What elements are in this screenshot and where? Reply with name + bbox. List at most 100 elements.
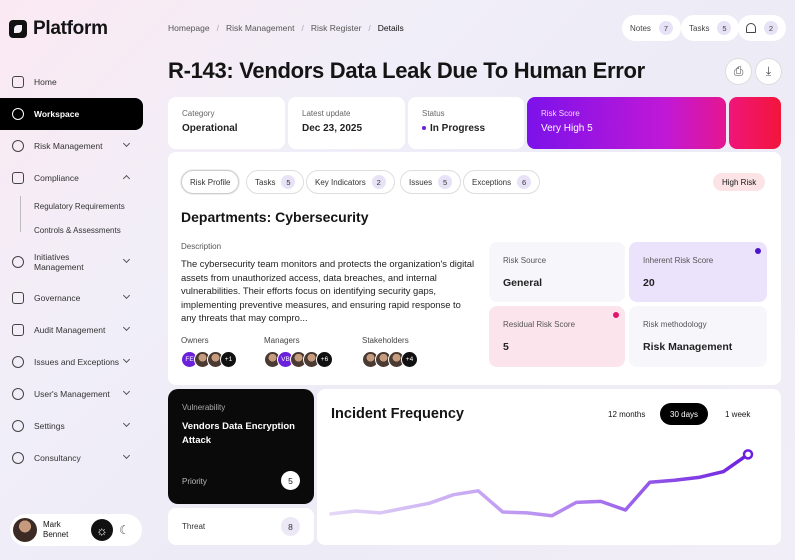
stakeholders-avatars[interactable]: +4 [362, 350, 418, 368]
breadcrumb-separator: / [368, 23, 371, 33]
managers-label: Managers [264, 336, 300, 345]
risk-score-card: Risk Score Very High 5 [527, 97, 726, 149]
avatar-more-count: +4 [401, 350, 418, 368]
owners-avatars[interactable]: FE +1 [181, 350, 237, 368]
latest-update-label: Latest update [302, 109, 351, 118]
sidebar-item-initiatives[interactable]: Initiatives Management [0, 242, 143, 282]
moon-icon[interactable]: ☾ [119, 523, 130, 537]
notifications-button[interactable]: 2 [738, 15, 786, 41]
submenu-connector [20, 196, 21, 232]
chevron-down-icon [122, 355, 131, 364]
status-badge: In Progress [430, 123, 486, 134]
download-button[interactable]: ⤓ [755, 58, 782, 85]
sidebar-item-issues[interactable]: Issues and Exceptions [0, 346, 143, 378]
residual-risk-value: 5 [503, 341, 509, 353]
print-button[interactable]: ⎙ [725, 58, 752, 85]
status-card: Status In Progress [408, 97, 524, 149]
category-value: Operational [182, 123, 238, 134]
question-icon [12, 452, 24, 464]
managers-avatars[interactable]: VB +6 [264, 350, 333, 368]
residual-risk-label: Residual Risk Score [503, 320, 576, 329]
chevron-up-icon [122, 174, 131, 183]
sidebar-item-home[interactable]: Home [0, 66, 143, 98]
tab-risk-profile[interactable]: Risk Profile [181, 170, 240, 194]
logo[interactable]: Platform [9, 18, 108, 40]
avatar [13, 518, 37, 542]
notes-count: 7 [658, 21, 673, 35]
vulnerability-label: Vulnerability [182, 403, 226, 412]
risk-source-value: General [503, 277, 543, 289]
threat-count: 8 [281, 517, 300, 536]
sidebar-item-settings[interactable]: Settings [0, 410, 143, 442]
sidebar-item-consultancy[interactable]: Consultancy [0, 442, 143, 474]
pie-chart-icon [12, 108, 24, 120]
sidebar-item-label: Initiatives Management [34, 252, 84, 272]
latest-update-card: Latest update Dec 23, 2025 [288, 97, 405, 149]
tab-exceptions[interactable]: Exceptions 6 [463, 170, 541, 194]
sidebar-subitem-label: Regulatory Requirements [34, 201, 125, 211]
breadcrumb-item[interactable]: Risk Register [311, 23, 362, 33]
last-data-point[interactable] [742, 449, 754, 460]
chevron-down-icon [122, 139, 131, 148]
sidebar-item-label: Consultancy [34, 453, 81, 463]
tab-label: Issues [409, 177, 433, 187]
notifications-count: 2 [764, 21, 778, 35]
sidebar-item-users[interactable]: User's Management [0, 378, 143, 410]
sidebar-item-label: Compliance [34, 173, 79, 183]
check-circle-icon [12, 256, 24, 268]
risk-score-label: Risk Score [541, 109, 580, 118]
user-profile[interactable]: Mark Bennet ☼ ☾ [10, 514, 142, 546]
status-dot-icon [422, 126, 426, 131]
sidebar-item-label: User's Management [34, 389, 110, 399]
sidebar-item-label: Home [34, 77, 57, 87]
sidebar-item-governance[interactable]: Governance [0, 282, 143, 314]
printer-icon: ⎙ [733, 64, 744, 78]
sidebar-item-audit[interactable]: Audit Management [0, 314, 143, 346]
sidebar-subitem-controls[interactable]: Controls & Assessments [0, 218, 143, 242]
owners-label: Owners [181, 336, 209, 345]
breadcrumb-item[interactable]: Homepage [168, 23, 210, 33]
tab-issues[interactable]: Issues 5 [400, 170, 462, 194]
status-label: Status [422, 109, 445, 118]
notes-label: Notes [630, 23, 651, 33]
tab-label: Risk Profile [190, 177, 231, 187]
tab-tasks[interactable]: Tasks 5 [246, 170, 305, 194]
sidebar-item-risk-management[interactable]: Risk Management [0, 130, 143, 162]
breadcrumb-separator: / [301, 23, 304, 33]
sidebar-item-compliance[interactable]: Compliance [0, 162, 143, 194]
priority-label: Priority [182, 477, 207, 486]
chevron-down-icon [122, 451, 131, 460]
sidebar-item-workspace[interactable]: Workspace [0, 98, 143, 130]
page-title: R-143: Vendors Data Leak Due To Human Er… [168, 58, 645, 83]
tasks-button[interactable]: Tasks 5 [681, 15, 740, 41]
issues-icon [12, 356, 24, 368]
sidebar-subitem-regulatory[interactable]: Regulatory Requirements [0, 194, 143, 218]
risk-score-indicator [729, 97, 781, 149]
incident-series-line [329, 452, 750, 518]
breadcrumb-item[interactable]: Risk Management [226, 23, 295, 33]
category-label: Category [182, 109, 215, 118]
threat-card[interactable]: Threat 8 [168, 508, 314, 545]
tab-count: 2 [371, 175, 386, 189]
description-label: Description [181, 242, 222, 251]
notes-button[interactable]: Notes 7 [622, 15, 681, 41]
latest-update-value: Dec 23, 2025 [302, 123, 363, 134]
risk-methodology-card: Risk methodology Risk Management [629, 306, 767, 367]
risk-source-card: Risk Source General [489, 242, 625, 302]
sidebar-item-label: Audit Management [34, 325, 106, 335]
risk-methodology-value: Risk Management [643, 341, 733, 353]
risk-score-value: Very High 5 [541, 123, 593, 134]
breadcrumb-separator: / [216, 23, 219, 33]
user-name: Mark Bennet [43, 520, 69, 539]
status-dot-icon [755, 248, 761, 254]
sidebar-nav: Home Workspace Risk Management Complianc… [0, 66, 143, 474]
avatar-more-count: +1 [220, 350, 237, 368]
chevron-down-icon [122, 291, 131, 300]
risk-source-label: Risk Source [503, 256, 547, 265]
tab-key-indicators[interactable]: Key Indicators 2 [306, 170, 395, 194]
user-icon [12, 388, 24, 400]
vulnerability-card[interactable]: Vulnerability Vendors Data Encryption At… [168, 389, 314, 504]
risk-methodology-label: Risk methodology [643, 320, 707, 329]
tab-count: 6 [517, 175, 532, 189]
sun-icon[interactable]: ☼ [91, 519, 113, 541]
